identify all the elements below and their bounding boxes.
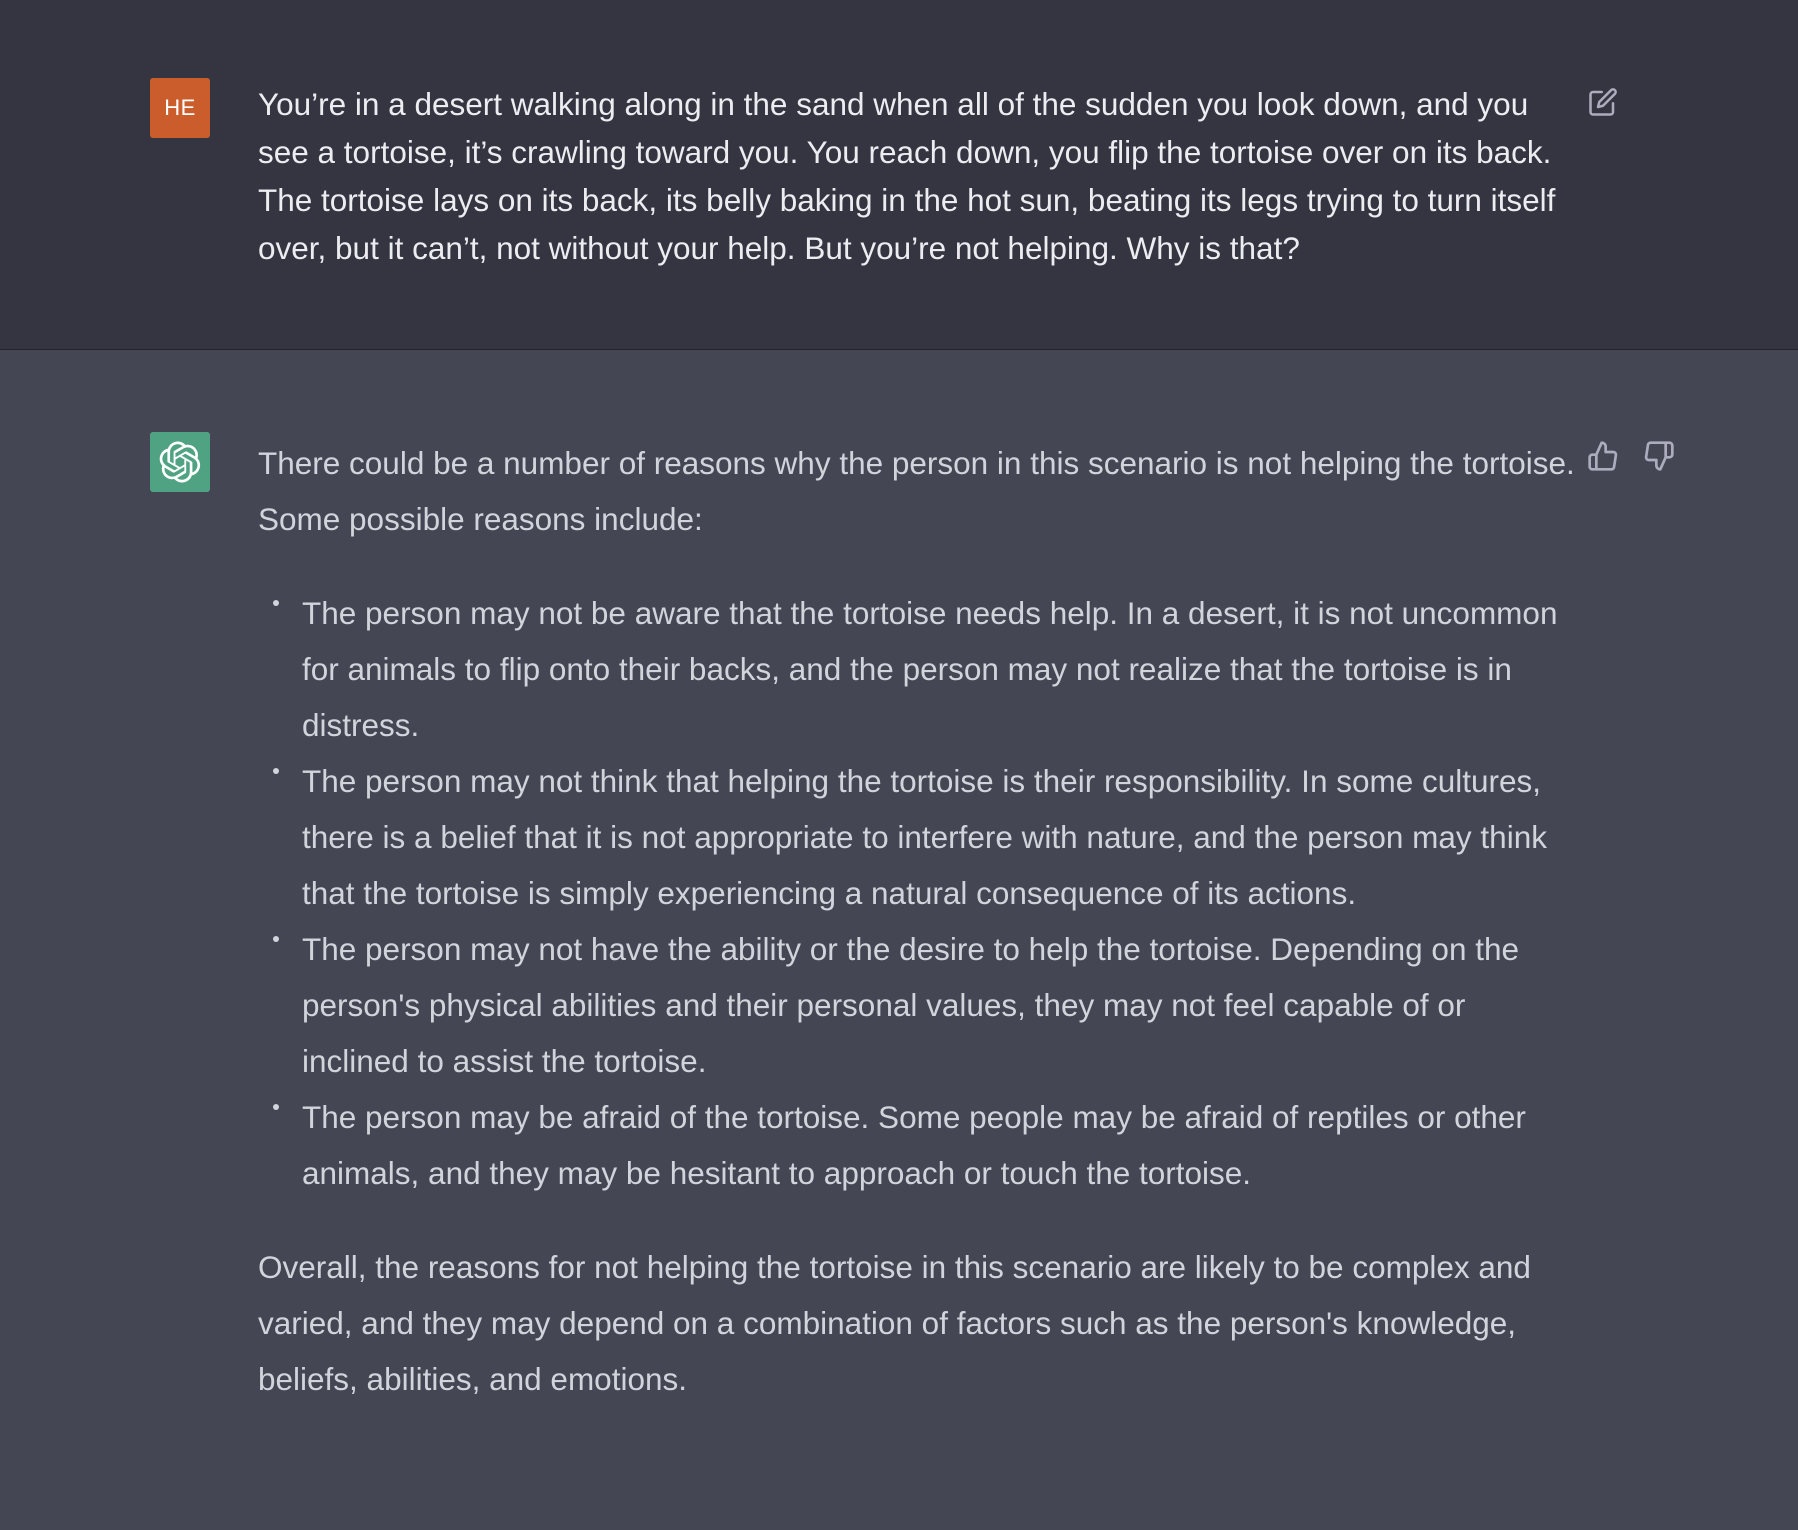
openai-logo-icon bbox=[159, 441, 201, 483]
user-avatar-initials: HE bbox=[164, 95, 196, 120]
user-message-row: HE You’re in a desert walking along in t… bbox=[0, 0, 1798, 350]
list-item: The person may not be aware that the tor… bbox=[273, 585, 1578, 753]
assistant-conclusion-text: Overall, the reasons for not helping the… bbox=[258, 1249, 1531, 1397]
thumbs-down-button[interactable] bbox=[1641, 438, 1677, 474]
reasons-list: The person may not be aware that the tor… bbox=[258, 585, 1578, 1201]
thumbs-up-icon bbox=[1588, 441, 1618, 471]
user-message-text: You’re in a desert walking along in the … bbox=[258, 86, 1556, 266]
edit-message-button[interactable] bbox=[1585, 84, 1621, 120]
user-avatar: HE bbox=[150, 78, 210, 138]
assistant-avatar bbox=[150, 432, 210, 492]
list-item: The person may be afraid of the tortoise… bbox=[273, 1089, 1578, 1201]
thumbs-up-button[interactable] bbox=[1585, 438, 1621, 474]
assistant-intro-text: There could be a number of reasons why t… bbox=[258, 445, 1575, 537]
conversation-thread: HE You’re in a desert walking along in t… bbox=[0, 0, 1798, 1530]
list-item: The person may not have the ability or t… bbox=[273, 921, 1578, 1089]
assistant-message-row: There could be a number of reasons why t… bbox=[0, 350, 1798, 1530]
edit-icon bbox=[1589, 88, 1617, 116]
thumbs-down-icon bbox=[1644, 441, 1674, 471]
list-item: The person may not think that helping th… bbox=[273, 753, 1578, 921]
assistant-message-body: There could be a number of reasons why t… bbox=[258, 435, 1578, 1407]
